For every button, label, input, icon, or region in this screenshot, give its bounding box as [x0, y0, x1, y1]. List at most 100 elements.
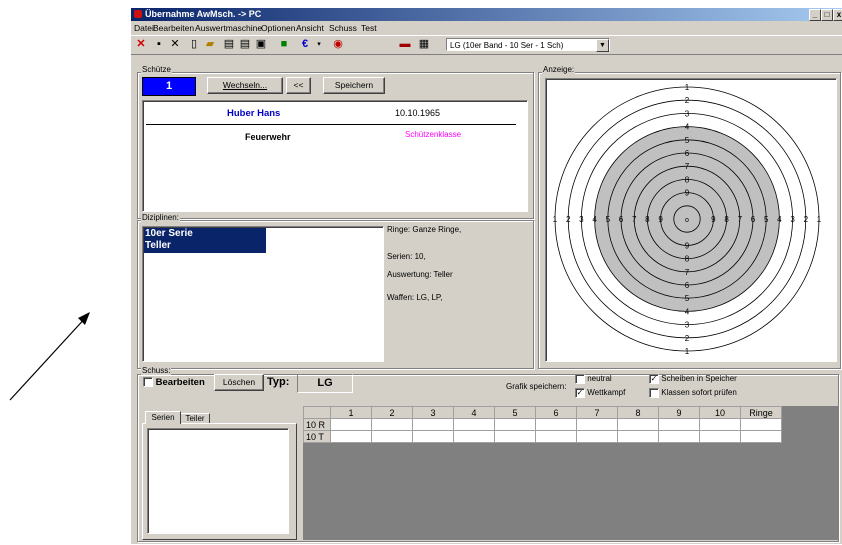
- grid-cell[interactable]: [412, 418, 454, 431]
- print-icon[interactable]: ▤: [222, 38, 236, 51]
- ring-number-label: 9: [658, 215, 663, 224]
- option-klassen[interactable]: Klassen sofort prüfen: [649, 388, 737, 398]
- option-scheiben[interactable]: ✓ Scheiben in Speicher: [649, 374, 737, 384]
- grid-cell[interactable]: [699, 418, 741, 431]
- grid-cell[interactable]: [330, 418, 372, 431]
- info-waffen: Waffen: LG, LP,: [387, 293, 443, 302]
- menu-schuss[interactable]: Schuss: [329, 23, 357, 33]
- ring-number-label: 5: [685, 136, 690, 145]
- menu-datei[interactable]: Datei: [134, 23, 154, 33]
- bearbeiten-checkbox[interactable]: Bearbeiten: [143, 377, 205, 388]
- app-icon: [134, 10, 142, 18]
- ring-number-label: 8: [724, 215, 729, 224]
- window-title: Übernahme AwMsch. -> PC: [145, 9, 262, 19]
- ring-number-label: 3: [790, 215, 795, 224]
- title-bar[interactable]: Übernahme AwMsch. -> PC _ □ x: [131, 8, 842, 21]
- grid-cell[interactable]: [658, 430, 700, 443]
- ring-number-label: 5: [764, 215, 769, 224]
- selected-disciplines[interactable]: 10er Serie Teller: [144, 228, 266, 253]
- disziplinen-list[interactable]: 10er Serie Teller: [142, 226, 384, 362]
- option-wettkampf[interactable]: ✓ Wettkampf: [575, 388, 625, 398]
- target-display[interactable]: 111122223333444455556666777788889999o: [545, 78, 837, 362]
- grid-cell[interactable]: [740, 418, 782, 431]
- grid-cell[interactable]: [699, 430, 741, 443]
- speichern-button[interactable]: Speichern: [323, 77, 385, 94]
- annotation-arrow: [9, 312, 90, 401]
- scheiben-check[interactable]: ✓: [649, 374, 659, 384]
- euro-icon[interactable]: €: [298, 38, 312, 51]
- grid-col-header: 9: [658, 406, 700, 419]
- neutral-check[interactable]: [575, 374, 585, 384]
- grid-cell[interactable]: [535, 430, 577, 443]
- application-window: Übernahme AwMsch. -> PC _ □ x Datei Bear…: [131, 8, 842, 544]
- dropdown-arrow-icon[interactable]: ▾: [312, 38, 326, 51]
- menu-optionen[interactable]: Optionen: [261, 23, 296, 33]
- grid-cell[interactable]: [412, 430, 454, 443]
- grid-cell[interactable]: [371, 418, 413, 431]
- box-icon[interactable]: ▬: [398, 38, 412, 51]
- grid-cell[interactable]: [576, 418, 618, 431]
- list-item[interactable]: 10er Serie: [145, 228, 266, 240]
- ring-number-label: 8: [685, 255, 690, 264]
- info-ringe: Ringe: Ganze Ringe,: [387, 225, 462, 234]
- cross-icon[interactable]: ✕: [134, 38, 148, 51]
- grid-cell[interactable]: [494, 418, 536, 431]
- klassen-check[interactable]: [649, 388, 659, 398]
- wettkampf-check[interactable]: ✓: [575, 388, 585, 398]
- wettkampf-label: Wettkampf: [587, 388, 626, 398]
- grid-cell[interactable]: [371, 430, 413, 443]
- settings-icon[interactable]: ▦: [417, 38, 431, 51]
- shooter-info-panel: Huber Hans 10.10.1965 Feuerwehr Schützen…: [142, 100, 528, 212]
- ring-number-label: 8: [645, 215, 650, 224]
- list-item[interactable]: Teller: [145, 240, 266, 252]
- loeschen-button[interactable]: Löschen: [214, 374, 264, 391]
- grid-cell[interactable]: [494, 430, 536, 443]
- menu-ansicht[interactable]: Ansicht: [296, 23, 324, 33]
- grid-cell[interactable]: [453, 430, 495, 443]
- grid-cell[interactable]: [576, 430, 618, 443]
- shooting-target: 111 1222 2333 3444 4555 5666 6777 7888 8999 9o: [553, 83, 822, 356]
- option-neutral[interactable]: neutral: [575, 374, 612, 384]
- toolbar: ✕ ▪ ✕ ▯ ▰ ▤ ▤ ▣ ■ € ▾ ◉ ▬ ▦ LG (10er Ban…: [131, 35, 842, 55]
- close-button[interactable]: x: [833, 9, 842, 21]
- grid-cell[interactable]: [453, 418, 495, 431]
- grid-col-header: 5: [494, 406, 536, 419]
- save-icon[interactable]: ▪: [152, 38, 166, 51]
- ring-number-label: 7: [738, 215, 743, 224]
- grid-cell[interactable]: [740, 430, 782, 443]
- info-serien: Serien: 10,: [387, 252, 426, 261]
- grid-cell[interactable]: [617, 430, 659, 443]
- discipline-combo[interactable]: LG (10er Band - 10 Ser - 1 Sch) ▼: [446, 38, 610, 52]
- typ-value: LG: [297, 374, 353, 393]
- menu-bearbeiten[interactable]: Bearbeiten: [153, 23, 194, 33]
- grid-cell[interactable]: [617, 418, 659, 431]
- back-button[interactable]: <<: [286, 77, 311, 94]
- wechseln-button[interactable]: Wechseln...: [207, 77, 283, 94]
- grid-cell[interactable]: [658, 418, 700, 431]
- delete-icon[interactable]: ✕: [168, 38, 182, 51]
- combo-arrow-icon[interactable]: ▼: [596, 39, 609, 52]
- menu-test[interactable]: Test: [361, 23, 377, 33]
- minimize-button[interactable]: _: [809, 9, 821, 21]
- grid-cell[interactable]: [535, 418, 577, 431]
- serien-list[interactable]: [147, 428, 289, 534]
- print-preview-icon[interactable]: ▣: [254, 38, 268, 51]
- grid-col-header: 6: [535, 406, 577, 419]
- ring-number-label: 7: [685, 162, 690, 171]
- grid-cell[interactable]: [330, 430, 372, 443]
- open-folder-icon[interactable]: ▰: [203, 38, 217, 51]
- grafik-label: Grafik speichern:: [506, 382, 567, 391]
- print-setup-icon[interactable]: ▤: [238, 38, 252, 51]
- schuss-label: Schuss:: [141, 366, 172, 375]
- wechseln-label: Wechseln...: [222, 80, 268, 90]
- target-icon[interactable]: ◉: [331, 38, 345, 51]
- shot-grid[interactable]: 1 2 3 4 5 6 7 8 9 10 Ringe 10 R 10 T: [303, 406, 782, 443]
- tab-serien[interactable]: Serien: [145, 411, 181, 424]
- maximize-button[interactable]: □: [821, 9, 833, 21]
- new-file-icon[interactable]: ▯: [187, 38, 201, 51]
- camera-icon[interactable]: ■: [277, 38, 291, 51]
- ring-number-label: 5: [685, 294, 690, 303]
- shooter-number[interactable]: 1: [142, 77, 196, 96]
- menu-auswertmaschine[interactable]: Auswertmaschine: [195, 23, 262, 33]
- bearbeiten-check[interactable]: [143, 377, 153, 388]
